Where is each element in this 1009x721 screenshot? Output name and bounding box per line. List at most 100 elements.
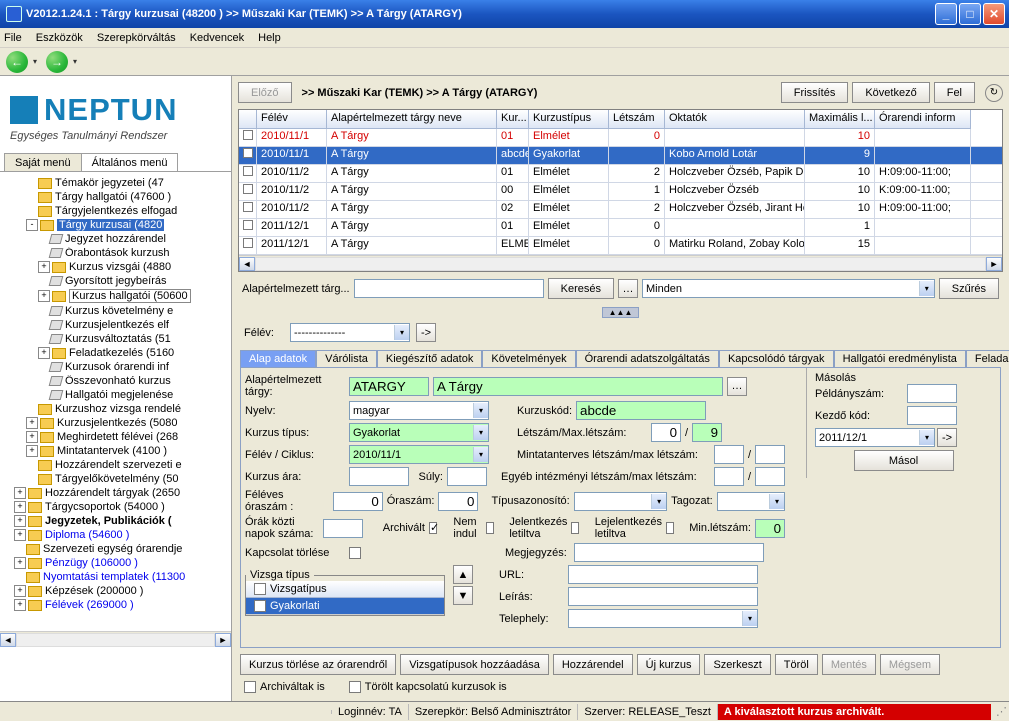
tree-hscroll[interactable]: ◄ ► xyxy=(0,631,231,647)
targy-code-input[interactable] xyxy=(349,377,429,396)
tree-item[interactable]: Tárgyelőkövetelmény (50 xyxy=(2,472,229,486)
filter-button[interactable]: Szűrés xyxy=(939,278,999,299)
grid-header[interactable]: Félév xyxy=(257,110,327,129)
table-row[interactable]: 2011/12/1A TárgyELMEIElmélet0Matirku Rol… xyxy=(239,237,1002,255)
oraszam-input[interactable] xyxy=(438,492,478,511)
kurzuskod-input[interactable] xyxy=(576,401,706,420)
toroltkapcs-check[interactable]: Törölt kapcsolatú kurzusok is xyxy=(349,681,507,693)
detail-tab[interactable]: Alap adatok xyxy=(240,350,316,367)
suly-input[interactable] xyxy=(447,467,487,486)
detail-tab[interactable]: Kapcsolódó tárgyak xyxy=(719,350,834,367)
tree-item[interactable]: Hozzárendelt szervezeti e xyxy=(2,458,229,472)
table-row[interactable]: 2010/11/2A Tárgy00Elmélet1Holczveber Özs… xyxy=(239,183,1002,201)
table-row[interactable]: 2010/11/1A Tárgy01Elmélet010 xyxy=(239,129,1002,147)
collapse-up-icon[interactable]: ▲▲▲ xyxy=(602,307,640,318)
search-input[interactable] xyxy=(354,279,544,298)
search-button[interactable]: Keresés xyxy=(548,278,614,299)
tree-item[interactable]: +Meghirdetett félévei (268 xyxy=(2,430,229,444)
masol-go-button[interactable]: -> xyxy=(937,428,957,447)
tree-item[interactable]: Nyomtatási templatek (11300 xyxy=(2,570,229,584)
tree-item[interactable]: Témakör jegyzetei (47 xyxy=(2,176,229,190)
tree-item[interactable]: Jegyzet hozzárendel xyxy=(2,232,229,246)
minimize-button[interactable]: _ xyxy=(935,3,957,25)
btn-ujkurzus[interactable]: Új kurzus xyxy=(637,654,701,675)
tab-sajat-menu[interactable]: Saját menü xyxy=(4,153,82,172)
search-more-button[interactable]: … xyxy=(618,279,638,298)
menu-role[interactable]: Szerepkörváltás xyxy=(97,32,176,44)
vizsga-row-check[interactable] xyxy=(254,600,266,612)
masol-felev-combo[interactable]: 2011/12/1▾ xyxy=(815,428,935,447)
tree-item[interactable]: +Pénzügy (106000 ) xyxy=(2,556,229,570)
menu-fav[interactable]: Kedvencek xyxy=(190,32,244,44)
kapcsolattorles-checkbox[interactable] xyxy=(349,547,361,559)
next-button[interactable]: Következő xyxy=(852,82,929,103)
tree-item[interactable]: +Kurzusjelentkezés (5080 xyxy=(2,416,229,430)
detail-tab[interactable]: Kiegészítő adatok xyxy=(377,350,482,367)
nav-tree[interactable]: Témakör jegyzetei (47Tárgy hallgatói (47… xyxy=(0,171,231,631)
up-button[interactable]: Fel xyxy=(934,82,975,103)
btn-torol-orarend[interactable]: Kurzus törlése az órarendről xyxy=(240,654,396,675)
grid-header[interactable]: Létszám xyxy=(609,110,665,129)
table-row[interactable]: 2010/11/2A Tárgy01Elmélet2Holczveber Özs… xyxy=(239,165,1002,183)
grid-header[interactable]: Kurzustípus xyxy=(529,110,609,129)
felev-ciklus-combo[interactable]: 2010/11/1▾ xyxy=(349,445,489,464)
tree-item[interactable]: +Tárgycsoportok (54000 ) xyxy=(2,500,229,514)
grid-header[interactable]: Kur... xyxy=(497,110,529,129)
forward-button[interactable]: → xyxy=(46,51,68,73)
tree-item[interactable]: Szervezeti egység órarendje xyxy=(2,542,229,556)
refresh-button[interactable]: Frissítés xyxy=(781,82,849,103)
tree-item[interactable]: Tárgyjelentkezés elfogad xyxy=(2,204,229,218)
targy-browse-button[interactable]: … xyxy=(727,377,747,396)
btn-vizsgatipus-add[interactable]: Vizsgatípusok hozzáadása xyxy=(400,654,549,675)
kurzusara-input[interactable] xyxy=(349,467,409,486)
tree-item[interactable]: -Tárgy kurzusai (4820 xyxy=(2,218,229,232)
tab-altalanos-menu[interactable]: Általános menü xyxy=(81,153,179,172)
grid-header[interactable]: Órarendi inform xyxy=(875,110,971,129)
tree-item[interactable]: +Hozzárendelt tárgyak (2650 xyxy=(2,486,229,500)
close-button[interactable]: ✕ xyxy=(983,3,1005,25)
tree-item[interactable]: +Kurzus hallgatói (50600 xyxy=(2,288,229,304)
menu-tools[interactable]: Eszközök xyxy=(36,32,83,44)
letszam-input[interactable] xyxy=(651,423,681,442)
tree-item[interactable]: +Kurzus vizsgái (4880 xyxy=(2,260,229,274)
tipusaz-combo[interactable]: ▾ xyxy=(574,492,667,511)
table-row[interactable]: 2011/12/1A Tárgy01Elmélet01 xyxy=(239,219,1002,237)
lejelletiltva-checkbox[interactable] xyxy=(666,522,674,534)
mintat1-input[interactable] xyxy=(714,445,744,464)
vizsga-row[interactable]: Gyakorlati xyxy=(270,600,320,612)
megjegyzes-input[interactable] xyxy=(574,543,764,562)
oraknapok-input[interactable] xyxy=(323,519,363,538)
tree-item[interactable]: +Félévek (269000 ) xyxy=(2,598,229,612)
scroll-right-icon[interactable]: ► xyxy=(986,257,1002,271)
tree-item[interactable]: Kurzusváltoztatás (51 xyxy=(2,332,229,346)
tree-item[interactable]: +Képzések (200000 ) xyxy=(2,584,229,598)
kezdokod-input[interactable] xyxy=(907,406,957,425)
tree-item[interactable]: Összevonható kurzus xyxy=(2,374,229,388)
tree-item[interactable]: Gyorsított jegybeírás xyxy=(2,274,229,288)
tree-item[interactable]: +Feladatkezelés (5160 xyxy=(2,346,229,360)
filter-all-combo[interactable]: Minden▾ xyxy=(642,279,935,298)
scroll-left-icon[interactable]: ◄ xyxy=(0,633,16,647)
detail-tab[interactable]: Követelmények xyxy=(482,350,575,367)
egyeb2-input[interactable] xyxy=(755,467,785,486)
btn-szerkeszt[interactable]: Szerkeszt xyxy=(704,654,770,675)
url-input[interactable] xyxy=(568,565,758,584)
refresh-icon[interactable]: ↻ xyxy=(985,84,1003,102)
tree-item[interactable]: +Jegyzetek, Publikációk ( xyxy=(2,514,229,528)
scroll-down-button[interactable]: ▼ xyxy=(453,586,473,605)
table-row[interactable]: 2010/11/1A TárgyabcdeGyakorlatKobo Arnol… xyxy=(239,147,1002,165)
targy-name-input[interactable] xyxy=(433,377,723,396)
tree-item[interactable]: Kurzusjelentkezés elf xyxy=(2,318,229,332)
leiras-input[interactable] xyxy=(568,587,758,606)
felev-combo[interactable]: --------------▾ xyxy=(290,323,410,342)
tree-item[interactable]: Hallgatói megjelenése xyxy=(2,388,229,402)
nyelv-combo[interactable]: magyar▾ xyxy=(349,401,489,420)
telephely-combo[interactable]: ▾ xyxy=(568,609,758,628)
detail-tab[interactable]: Órarendi adatszolgáltatás xyxy=(576,350,719,367)
course-grid[interactable]: FélévAlapértelmezett tárgy neveKur...Kur… xyxy=(238,109,1003,272)
vizsga-header-check[interactable] xyxy=(254,583,266,595)
archivaltakis-check[interactable]: Archiváltak is xyxy=(244,681,325,693)
scroll-left-icon[interactable]: ◄ xyxy=(239,257,255,271)
grid-header[interactable]: Alapértelmezett tárgy neve xyxy=(327,110,497,129)
felevesora-input[interactable] xyxy=(333,492,383,511)
